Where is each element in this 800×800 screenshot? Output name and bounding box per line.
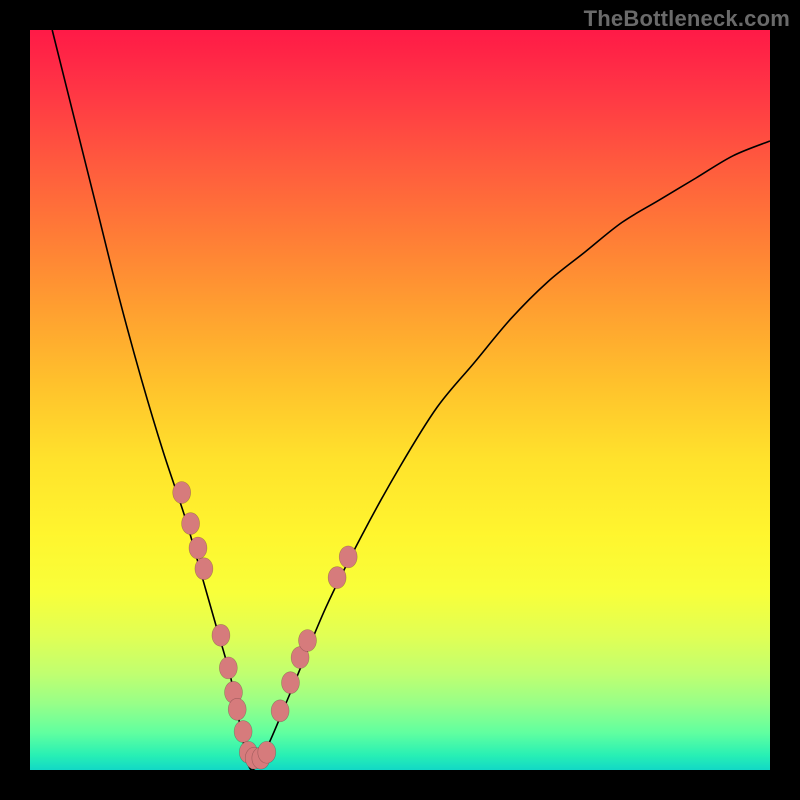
watermark-text: TheBottleneck.com [584, 6, 790, 32]
data-dot [258, 741, 276, 763]
data-dot [271, 700, 289, 722]
data-dot [228, 698, 246, 720]
data-dot [219, 657, 237, 679]
data-dot [195, 558, 213, 580]
data-dot [189, 537, 207, 559]
data-dot [299, 630, 317, 652]
chart-frame: TheBottleneck.com [0, 0, 800, 800]
data-dot [212, 624, 230, 646]
data-dot [328, 567, 346, 589]
data-dot [339, 546, 357, 568]
bottleneck-curve [52, 30, 770, 770]
data-dot [173, 482, 191, 504]
data-dot [281, 672, 299, 694]
dot-group [173, 482, 358, 770]
data-dot [234, 721, 252, 743]
curve-layer [30, 30, 770, 770]
data-dot [182, 513, 200, 535]
plot-area [30, 30, 770, 770]
